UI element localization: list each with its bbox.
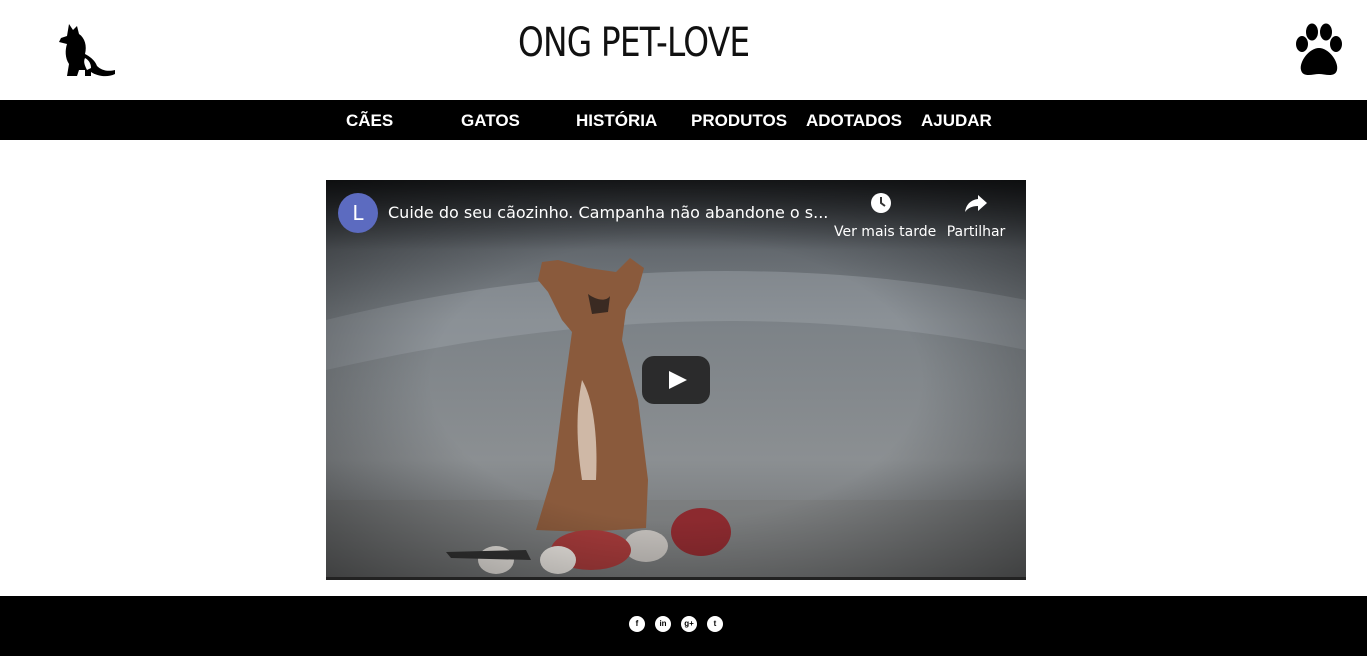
linkedin-icon[interactable]: in: [655, 616, 671, 632]
video-embed[interactable]: L Cuide do seu cãozinho. Campanha não ab…: [326, 180, 1026, 580]
twitter-icon[interactable]: t: [707, 616, 723, 632]
clock-icon: [871, 193, 891, 213]
site-footer: f in g+ t: [0, 596, 1367, 656]
nav-item-ajudar[interactable]: AJUDAR: [921, 111, 992, 131]
nav-item-produtos[interactable]: PRODUTOS: [691, 111, 787, 131]
nav-item-historia[interactable]: HISTÓRIA: [576, 111, 657, 131]
share-icon: [965, 195, 987, 212]
facebook-icon[interactable]: f: [629, 616, 645, 632]
nav-item-caes[interactable]: CÃES: [346, 111, 393, 131]
share-label: Partilhar: [946, 224, 1006, 240]
dog-cat-logo-icon[interactable]: [55, 20, 117, 80]
play-button[interactable]: [642, 356, 710, 404]
channel-avatar[interactable]: L: [338, 193, 378, 233]
site-header: ONG PET-LOVE: [0, 0, 1367, 100]
share-button[interactable]: Partilhar: [942, 192, 1010, 240]
video-title[interactable]: Cuide do seu cãozinho. Campanha não aban…: [388, 203, 828, 222]
nav-item-gatos[interactable]: GATOS: [461, 111, 520, 131]
paw-icon: [1296, 23, 1342, 75]
nav-item-adotados[interactable]: ADOTADOS: [806, 111, 902, 131]
video-border: [326, 577, 1026, 580]
watch-later-label: Ver mais tarde: [834, 224, 937, 240]
site-title: ONG PET-LOVE: [518, 20, 750, 66]
google-plus-icon[interactable]: g+: [681, 616, 697, 632]
watch-later-button[interactable]: Ver mais tarde: [834, 192, 937, 240]
main-nav: CÃES GATOS HISTÓRIA PRODUTOS ADOTADOS AJ…: [0, 100, 1367, 140]
